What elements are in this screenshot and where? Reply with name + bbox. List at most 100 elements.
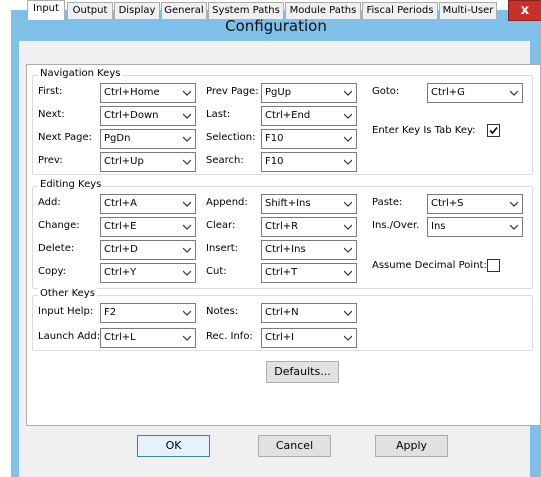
goto-select[interactable]: Ctrl+G [427,83,523,103]
chevron-down-icon [344,247,352,253]
launch-add-value: Ctrl+L [104,332,136,343]
chevron-down-icon [183,335,191,341]
notes-select[interactable]: Ctrl+N [261,303,357,323]
chevron-down-icon [344,201,352,207]
notes-label: Notes: [206,306,239,317]
enter-tab-checkbox[interactable] [487,124,500,137]
change-value: Ctrl+E [104,221,137,232]
tab-module-paths[interactable]: Module Paths [285,2,361,19]
next-select[interactable]: Ctrl+Down [100,106,196,126]
chevron-down-icon [183,247,191,253]
input-help-label: Input Help: [38,306,94,317]
apply-button[interactable]: Apply [375,435,448,457]
clear-select[interactable]: Ctrl+R [261,217,357,237]
chevron-down-icon [344,136,352,142]
notes-value: Ctrl+N [265,307,299,318]
chevron-down-icon [183,113,191,119]
rec-info-select[interactable]: Ctrl+I [261,328,357,348]
defaults-button[interactable]: Defaults... [266,361,339,383]
prev-page-value: PgUp [265,87,292,98]
last-value: Ctrl+End [265,110,311,121]
assume-decimal-label: Assume Decimal Point: [372,260,487,271]
chevron-down-icon [344,113,352,119]
next-value: Ctrl+Down [104,110,159,121]
chevron-down-icon [183,159,191,165]
chevron-down-icon [183,136,191,142]
goto-value: Ctrl+G [431,87,465,98]
delete-label: Delete: [38,243,75,254]
check-icon [489,126,498,135]
chevron-down-icon [183,270,191,276]
assume-decimal-checkbox[interactable] [487,259,500,272]
next-label: Next: [38,109,65,120]
chevron-down-icon [510,201,518,207]
tab-label: General [164,5,204,16]
tab-label: Input [33,3,59,14]
first-select[interactable]: Ctrl+Home [100,83,196,103]
paste-value: Ctrl+S [431,198,464,209]
clear-value: Ctrl+R [265,221,299,232]
tab-fiscal-periods[interactable]: Fiscal Periods [362,2,438,19]
rec-info-label: Rec. Info: [206,331,253,342]
prev-select[interactable]: Ctrl+Up [100,152,196,172]
chevron-down-icon [344,224,352,230]
change-select[interactable]: Ctrl+E [100,217,196,237]
insert-value: Ctrl+Ins [265,244,306,255]
navigation-keys-label: Navigation Keys [38,68,123,79]
prev-label: Prev: [38,155,63,166]
tab-multi-user[interactable]: Multi-User [439,2,497,19]
tab-label: Module Paths [289,5,357,16]
tab-system-paths[interactable]: System Paths [208,2,284,19]
ins-over-label: Ins./Over. [372,220,420,231]
selection-label: Selection: [206,132,256,143]
chevron-down-icon [183,201,191,207]
close-button[interactable]: x [508,0,541,21]
next-page-label: Next Page: [38,132,93,143]
launch-add-label: Launch Add: [38,331,101,342]
append-select[interactable]: Shift+Ins [261,194,357,214]
last-select[interactable]: Ctrl+End [261,106,357,126]
chevron-down-icon [344,335,352,341]
launch-add-select[interactable]: Ctrl+L [100,328,196,348]
editing-keys-label: Editing Keys [38,179,104,190]
append-label: Append: [206,197,248,208]
tab-general[interactable]: General [161,2,207,19]
rec-info-value: Ctrl+I [265,332,295,343]
delete-value: Ctrl+D [104,244,138,255]
enter-tab-label: Enter Key Is Tab Key: [372,125,476,136]
tab-output[interactable]: Output [67,2,113,19]
first-label: First: [38,86,63,97]
tab-label: Display [118,5,156,16]
delete-select[interactable]: Ctrl+D [100,240,196,260]
add-select[interactable]: Ctrl+A [100,194,196,214]
search-value: F10 [265,156,284,167]
selection-value: F10 [265,133,284,144]
next-page-select[interactable]: PgDn [100,129,196,149]
append-value: Shift+Ins [265,198,311,209]
chevron-down-icon [510,90,518,96]
chevron-down-icon [183,224,191,230]
selection-select[interactable]: F10 [261,129,357,149]
next-page-value: PgDn [104,133,131,144]
tab-display[interactable]: Display [114,2,160,19]
insert-label: Insert: [206,243,239,254]
prev-page-label: Prev Page: [206,86,259,97]
copy-value: Ctrl+Y [104,267,137,278]
cut-select[interactable]: Ctrl+T [261,263,357,283]
ins-over-select[interactable]: Ins [427,217,523,237]
close-icon: x [520,3,530,18]
cancel-button[interactable]: Cancel [258,435,331,457]
search-select[interactable]: F10 [261,152,357,172]
paste-select[interactable]: Ctrl+S [427,194,523,214]
insert-select[interactable]: Ctrl+Ins [261,240,357,260]
prev-page-select[interactable]: PgUp [261,83,357,103]
chevron-down-icon [344,90,352,96]
goto-label: Goto: [372,86,400,97]
copy-select[interactable]: Ctrl+Y [100,263,196,283]
input-help-select[interactable]: F2 [100,303,196,323]
ins-over-value: Ins [431,221,446,232]
copy-label: Copy: [38,266,67,277]
clear-label: Clear: [206,220,236,231]
ok-button[interactable]: OK [137,435,210,457]
tab-input[interactable]: Input [27,0,65,20]
